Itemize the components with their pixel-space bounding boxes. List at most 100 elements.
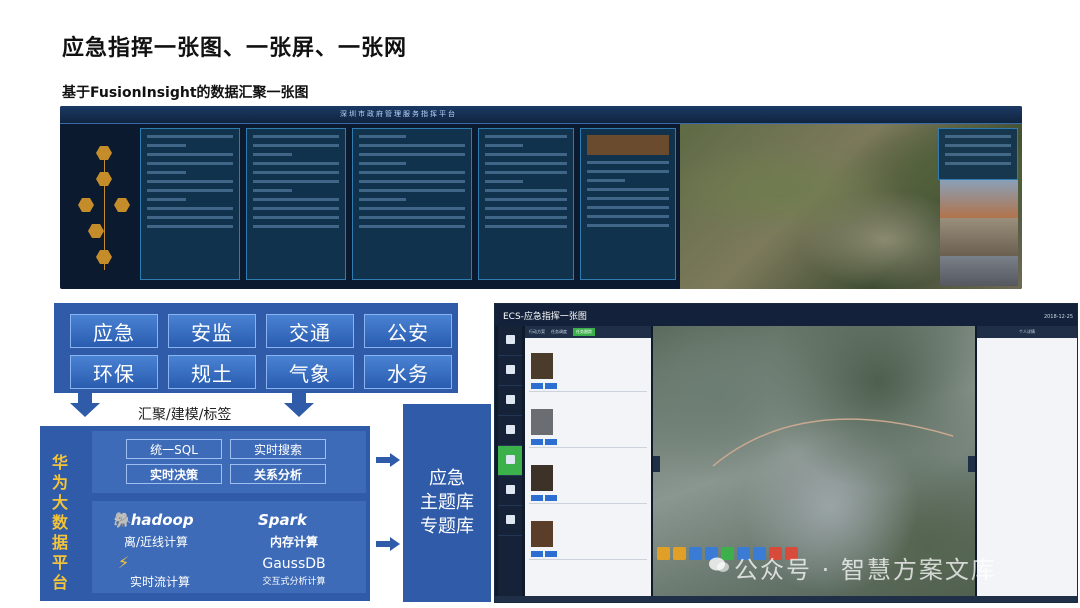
down-arrow-stem [292,393,306,403]
nav-icon [505,514,515,524]
platform-label: 华为大数据平台 [51,453,68,592]
spark-logo: Spark [258,511,308,529]
task-card[interactable] [529,397,647,448]
wall-panel [246,128,346,280]
nav-icon [505,394,515,404]
topic-database: 应急 主题库 专题库 [403,404,491,602]
ecs-datetime: 2018-12-25 [1043,314,1073,320]
task-button[interactable] [531,495,543,501]
page-title: 应急指挥一张图、一张屏、一张网 [62,36,408,61]
wall-topbar: 深圳市政府管理服务指挥平台 [60,106,1022,124]
tool-realtime-decision: 实时决策 [126,464,222,484]
task-card[interactable] [529,453,647,504]
category-land: 规土 [168,355,256,389]
task-card[interactable] [529,341,647,392]
wall-panel [478,128,574,280]
task-card[interactable] [529,509,647,560]
tab-action-plan[interactable]: 行动方案 [529,329,545,335]
layer-icon[interactable] [657,546,670,560]
command-wall-screenshot: 深圳市政府管理服务指挥平台 [60,106,1022,289]
task-photo [531,521,553,547]
flow-node [78,198,94,212]
category-traffic: 交通 [266,314,354,348]
flow-node [114,198,130,212]
ecs-footer [495,596,1077,602]
hadoop-logo-text: hadoop [130,511,194,529]
down-arrow [70,403,100,417]
detail-panel-header: 个人详情 [977,326,1077,338]
tool-unified-sql: 统一SQL [126,439,222,459]
architecture-diagram: 应急 安监 交通 公安 环保 规土 气象 水务 汇聚/建模/标签 华为大数据平台… [40,303,491,603]
nav-item[interactable] [498,506,522,536]
down-arrow-stem [78,393,92,403]
tool-realtime-search: 实时搜索 [230,439,326,459]
process-label: 汇聚/建模/标签 [138,407,232,423]
category-weather: 气象 [266,355,354,389]
task-photo [531,353,553,379]
nav-item-active[interactable] [498,446,522,476]
category-safety: 安监 [168,314,256,348]
ecs-header: ECS-应急指挥一张图 2018-12-25 [495,304,1077,326]
nav-icon [505,424,515,434]
wall-table-panel [938,128,1018,180]
right-arrow [376,453,400,467]
category-water: 水务 [364,355,452,389]
ecs-side-nav [498,326,522,598]
topic-line: 主题库 [420,492,474,513]
hadoop-logo: 🐘hadoop [112,511,194,529]
hadoop-caption: 离/近线计算 [123,535,189,549]
task-list: 行动方案 任务调度 任务跟踪 [525,326,651,602]
flow-node [96,146,112,160]
ecs-title: ECS-应急指挥一张图 [503,312,587,322]
layer-icon[interactable] [689,546,702,560]
right-arrow [376,537,400,551]
category-police: 公安 [364,314,452,348]
nav-item[interactable] [498,476,522,506]
category-environment: 环保 [70,355,158,389]
task-button[interactable] [531,383,543,389]
wall-panel [140,128,240,280]
nav-item[interactable] [498,356,522,386]
tab-tracking[interactable]: 任务跟踪 [573,328,595,336]
gaussdb-name: GaussDB [262,556,326,572]
wall-panel [580,128,676,280]
down-arrow [284,403,314,417]
map-prev-arrow[interactable] [653,456,660,472]
wall-panel [352,128,472,280]
watermark: 公众号 · 智慧方案文库 [734,556,997,584]
tab-dispatch[interactable]: 任务调度 [551,329,567,335]
task-button[interactable] [545,495,557,501]
nav-item[interactable] [498,416,522,446]
nav-item[interactable] [498,326,522,356]
gaussdb-caption: 交互式分析计算 [262,577,326,587]
task-button[interactable] [531,439,543,445]
task-button[interactable] [545,551,557,557]
stream-caption: 实时流计算 [129,575,190,589]
flow-line [104,160,105,270]
nav-icon [505,364,515,374]
map-next-arrow[interactable] [968,456,975,472]
nav-item[interactable] [498,386,522,416]
layer-icon[interactable] [673,546,686,560]
nav-icon [505,334,515,344]
task-button[interactable] [545,383,557,389]
task-button[interactable] [545,439,557,445]
flow-node [88,224,104,238]
wall-title: 深圳市政府管理服务指挥平台 [340,110,457,118]
page-subtitle: 基于FusionInsight的数据汇聚一张图 [62,85,309,101]
topic-line: 应急 [429,468,465,489]
site-photo [940,256,1018,286]
task-photo [531,465,553,491]
tool-relation-analysis: 关系分析 [230,464,326,484]
category-emergency: 应急 [70,314,158,348]
nav-icon [505,454,515,464]
task-tabs: 行动方案 任务调度 任务跟踪 [525,326,651,338]
nav-icon [505,484,515,494]
task-photo [531,409,553,435]
topic-line: 专题库 [420,516,474,537]
stream-icon: ⚡ [118,553,130,572]
spark-caption: 内存计算 [269,535,318,549]
site-photo [940,218,1018,256]
task-button[interactable] [531,551,543,557]
wechat-icon [709,557,729,572]
